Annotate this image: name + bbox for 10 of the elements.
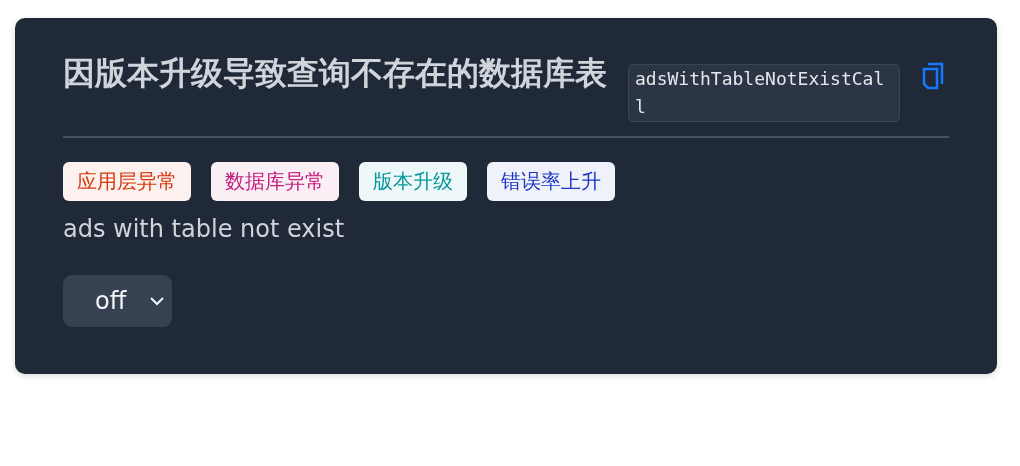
code-label: adsWithTableNotExistCall [628,64,900,122]
card-title: 因版本升级导致查询不存在的数据库表 [63,53,608,94]
description: ads with table not exist [63,215,346,243]
copy-icon[interactable] [922,62,944,90]
tag: 错误率上升 [487,162,615,201]
chevron-down-icon [148,295,167,307]
tag: 数据库异常 [211,162,339,201]
status-select[interactable]: off [63,275,173,327]
tag: 应用层异常 [63,162,191,201]
tag: 版本升级 [359,162,467,201]
